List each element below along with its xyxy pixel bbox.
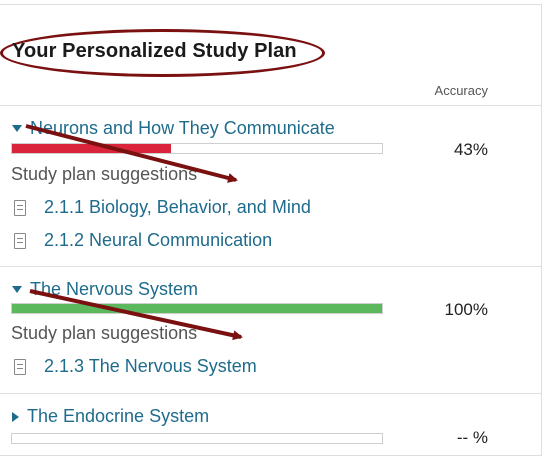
suggestion-link[interactable]: 2.1.3 The Nervous System [14,356,257,377]
suggestions-label: Study plan suggestions [11,323,198,343]
suggestion-link-label: 2.1.3 The Nervous System [44,356,257,376]
topic-title: The Endocrine System [27,406,210,426]
topic-toggle-neurons[interactable]: Neurons and How They Communicate [12,118,335,139]
progress-fill [12,144,172,153]
document-icon [14,232,26,249]
caret-down-icon [12,125,22,132]
caret-right-icon [12,411,19,422]
accuracy-value: -- % [456,428,488,447]
topic-title: The Nervous System [30,279,199,299]
page-title: Your Personalized Study Plan [12,40,297,62]
topic-section-endocrine: The Endocrine System -- % [0,394,541,457]
accuracy-progress-bar [11,433,383,444]
accuracy-value: 100% [444,300,488,319]
topic-title: Neurons and How They Communicate [30,118,335,138]
document-icon [14,358,26,375]
topic-toggle-endocrine[interactable]: The Endocrine System [12,406,209,427]
accuracy-progress-bar [11,303,383,314]
study-plan-panel: Your Personalized Study Plan Accuracy Ne… [0,4,542,456]
caret-down-icon [12,286,22,293]
topic-section-nervous-system: The Nervous System 100% Study plan sugge… [0,267,541,394]
suggestion-link[interactable]: 2.1.1 Biology, Behavior, and Mind [14,197,311,218]
study-plan-header: Your Personalized Study Plan Accuracy [0,5,541,106]
suggestion-link[interactable]: 2.1.2 Neural Communication [14,230,272,251]
suggestion-link-label: 2.1.2 Neural Communication [44,230,273,250]
topic-toggle-nervous-system[interactable]: The Nervous System [12,279,198,300]
suggestion-link-label: 2.1.1 Biology, Behavior, and Mind [44,197,311,217]
progress-fill [12,304,382,313]
accuracy-value: 43% [453,140,488,159]
accuracy-column-header: Accuracy [434,83,488,98]
suggestions-label: Study plan suggestions [11,164,198,184]
accuracy-progress-bar [11,143,383,154]
topic-section-neurons: Neurons and How They Communicate 43% Stu… [0,106,541,267]
document-icon [14,199,26,216]
